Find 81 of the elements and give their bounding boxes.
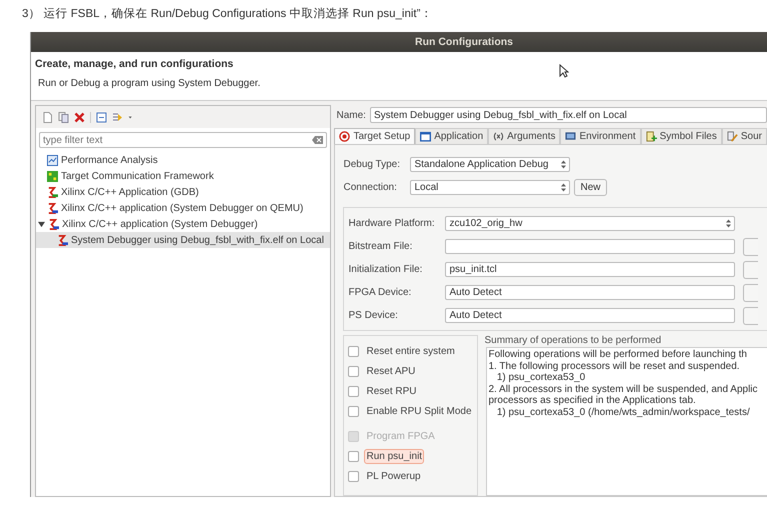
tab[interactable]: Target Setup xyxy=(334,128,416,144)
checkbox[interactable] xyxy=(348,346,360,356)
xilinx-app-icon xyxy=(57,234,68,246)
browse-button[interactable] xyxy=(743,260,758,278)
clear-icon[interactable] xyxy=(312,136,324,144)
monitor-icon xyxy=(565,131,576,142)
window-title: Run Configurations xyxy=(415,36,513,48)
spinner-arrows-icon xyxy=(726,219,732,228)
checkbox-label: Enable RPU Split Mode xyxy=(365,404,473,418)
window-icon xyxy=(420,131,432,142)
xilinx-app-icon xyxy=(47,186,58,198)
field-label: Hardware Platform: xyxy=(348,218,436,229)
connection-dropdown[interactable]: Local xyxy=(410,180,570,195)
checkbox-label: Reset RPU xyxy=(365,384,418,398)
mouse-pointer-icon xyxy=(559,64,569,78)
name-field[interactable]: System Debugger using Debug_fsbl_with_fix.elf on Local xyxy=(370,107,767,123)
checkbox-label: PL Powerup xyxy=(365,470,422,484)
summary-line: 1) psu_cortexa53_0 (/home/wts_admin/workspace_tests/ xyxy=(496,406,751,418)
debug-type-label: Debug Type: xyxy=(343,159,402,170)
field-label: PS Device: xyxy=(348,310,399,321)
pencil-icon xyxy=(726,131,738,142)
tab[interactable]: Symbol Files xyxy=(640,128,722,144)
field-label: Initialization File: xyxy=(348,264,424,275)
caption-text: 3） 运行 FSBL，确保在 Run/Debug Configurations 中取消选择 Run psu_init”： xyxy=(21,6,434,22)
tab[interactable]: Environment xyxy=(560,128,641,144)
tree-item[interactable]: Performance Analysis xyxy=(36,152,330,168)
debug-type-dropdown[interactable]: Standalone Application Debug xyxy=(410,157,570,172)
tab[interactable]: Application xyxy=(415,128,488,144)
tree-item[interactable]: Xilinx C/C++ Application (GDB) xyxy=(36,184,330,200)
checkbox-label: Run psu_init xyxy=(364,448,424,464)
summary-line: Following operations will be performed before launching th xyxy=(488,349,748,360)
checkbox-label: Program FPGA xyxy=(365,430,436,444)
tree-item[interactable]: Target Communication Framework xyxy=(36,168,330,184)
new-file-icon[interactable] xyxy=(42,112,53,122)
tab[interactable]: Arguments xyxy=(488,128,560,144)
checkbox[interactable] xyxy=(348,386,360,396)
file-plus-icon xyxy=(646,131,657,142)
header-subtitle: Run or Debug a program using System Debugger. xyxy=(38,78,262,89)
text-field[interactable]: psu_init.tcl xyxy=(445,262,736,277)
filter-field[interactable]: type filter text xyxy=(39,132,328,148)
grid-icon xyxy=(47,170,58,182)
name-label: Name: xyxy=(336,110,366,120)
tree-item[interactable]: Xilinx C/C++ application (System Debugger on QEMU) xyxy=(36,200,330,216)
tree-item[interactable]: Xilinx C/C++ application (System Debugger) xyxy=(36,216,330,232)
checkbox-label: Reset APU xyxy=(365,364,416,378)
checkbox-label: Reset entire system xyxy=(365,344,456,358)
chart-icon xyxy=(47,154,58,166)
field-label: Bitstream File: xyxy=(348,241,414,252)
field-label: FPGA Device: xyxy=(348,287,412,298)
checkbox[interactable] xyxy=(348,366,360,376)
summary-line: 1. The following processors will be reset and suspended. xyxy=(488,360,741,372)
text-field[interactable]: Auto Detect xyxy=(445,285,736,300)
tree-item[interactable]: System Debugger using Debug_fsbl_with_fix.elf on Local xyxy=(36,232,330,248)
delete-icon[interactable] xyxy=(74,112,85,122)
summary-line: processors as specified in the Applications tab. xyxy=(488,395,697,406)
xilinx-app-icon xyxy=(47,202,58,214)
browse-button[interactable] xyxy=(743,238,758,256)
browse-button[interactable] xyxy=(743,284,758,302)
checkbox[interactable] xyxy=(348,406,360,416)
summary-title: Summary of operations to be performed xyxy=(484,335,662,347)
checkbox[interactable] xyxy=(348,450,360,462)
expand-arrow-icon[interactable] xyxy=(38,220,45,228)
summary-line: 1) psu_cortexa53_0 xyxy=(496,372,586,384)
browse-button[interactable] xyxy=(743,306,758,324)
new-button[interactable]: New xyxy=(574,179,606,196)
checkbox[interactable] xyxy=(348,470,360,482)
xilinx-app-icon xyxy=(48,218,59,230)
collapse-all-icon[interactable] xyxy=(96,112,107,122)
variable-icon xyxy=(493,131,504,142)
text-field[interactable]: Auto Detect xyxy=(445,308,736,323)
spinner-arrows-icon xyxy=(561,183,566,192)
platform-dropdown[interactable]: zcu102_orig_hw xyxy=(445,216,736,231)
filter-icon[interactable] xyxy=(112,112,123,122)
connection-label: Connection: xyxy=(343,182,398,193)
summary-line: 2. All processors in the system will be suspended, and Applic xyxy=(488,384,759,395)
target-icon xyxy=(339,131,350,142)
tab[interactable]: Sour xyxy=(722,128,767,144)
spinner-arrows-icon xyxy=(561,160,566,169)
text-field[interactable] xyxy=(445,239,736,254)
header-title: Create, manage, and run configurations xyxy=(35,58,234,70)
duplicate-icon[interactable] xyxy=(58,112,69,122)
